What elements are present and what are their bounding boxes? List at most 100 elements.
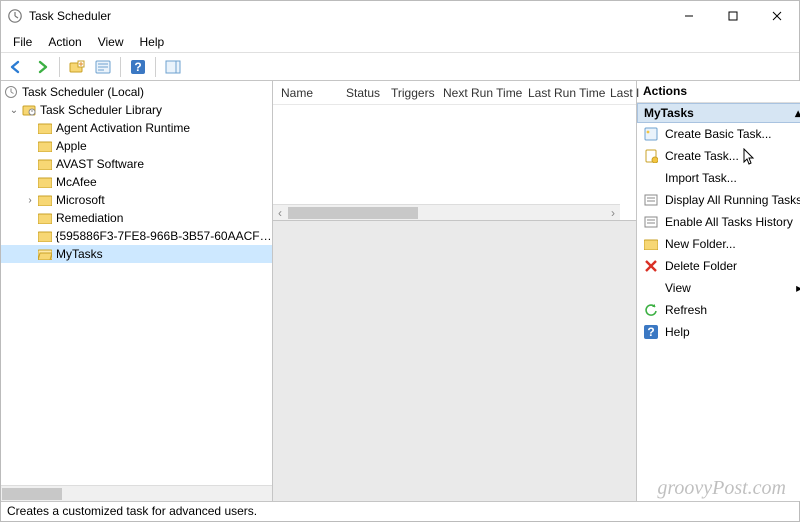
toolbar-properties-button[interactable]: [92, 56, 114, 78]
help-icon: ?: [643, 324, 659, 340]
tree-hscroll[interactable]: [1, 485, 272, 501]
close-button[interactable]: [755, 2, 799, 30]
action-label: Display All Running Tasks: [665, 193, 800, 207]
action-label: Refresh: [665, 303, 800, 317]
menu-help[interactable]: Help: [132, 33, 173, 51]
tree-item-label: MyTasks: [56, 247, 103, 261]
tree-item-microsoft[interactable]: › Microsoft: [1, 191, 272, 209]
tree-item-apple[interactable]: Apple: [1, 137, 272, 155]
folder-icon: [37, 192, 53, 208]
toolbar-panel-toggle-button[interactable]: [162, 56, 184, 78]
tree-item-mcafee[interactable]: McAfee: [1, 173, 272, 191]
history-icon: [643, 214, 659, 230]
tree-item-mytasks[interactable]: MyTasks: [1, 245, 272, 263]
tree-item-label: Apple: [56, 139, 87, 153]
action-label: Import Task...: [665, 171, 800, 185]
action-label: Create Task...: [665, 149, 800, 163]
folder-clock-icon: [21, 102, 37, 118]
tree-item-label: McAfee: [56, 175, 97, 189]
column-headers: Name Status Triggers Next Run Time Last …: [273, 81, 636, 105]
svg-text:?: ?: [134, 60, 141, 74]
toolbar: ?: [1, 53, 799, 81]
tree-item-label: Agent Activation Runtime: [56, 121, 190, 135]
action-new-folder[interactable]: New Folder...: [637, 233, 800, 255]
folder-icon: [37, 228, 52, 244]
action-create-task[interactable]: Create Task...: [637, 145, 800, 167]
tree-item-label: AVAST Software: [56, 157, 144, 171]
toolbar-help-button[interactable]: ?: [127, 56, 149, 78]
col-triggers[interactable]: Triggers: [383, 86, 435, 100]
clock-icon: [3, 84, 19, 100]
actions-section[interactable]: MyTasks ▴: [637, 103, 800, 123]
toolbar-new-folder-button[interactable]: [66, 56, 88, 78]
tree-root-label: Task Scheduler (Local): [22, 85, 144, 99]
action-create-basic-task[interactable]: Create Basic Task...: [637, 123, 800, 145]
col-status[interactable]: Status: [338, 86, 383, 100]
tree-view[interactable]: Task Scheduler (Local) ⌄ Task Scheduler …: [1, 81, 272, 485]
chevron-right-icon[interactable]: ›: [23, 195, 37, 206]
action-display-all-running[interactable]: Display All Running Tasks: [637, 189, 800, 211]
folder-icon: [37, 210, 53, 226]
tree-item-guid[interactable]: {595886F3-7FE8-966B-3B57-60AACF398: [1, 227, 272, 245]
chevron-down-icon[interactable]: ⌄: [7, 105, 21, 116]
status-text: Creates a customized task for advanced u…: [7, 504, 257, 518]
minimize-button[interactable]: [667, 2, 711, 30]
action-enable-history[interactable]: Enable All Tasks History: [637, 211, 800, 233]
tree-library-label: Task Scheduler Library: [40, 103, 162, 117]
action-label: New Folder...: [665, 237, 800, 251]
col-nextrun[interactable]: Next Run Time: [435, 86, 520, 100]
refresh-icon: [643, 302, 659, 318]
title-bar: Task Scheduler: [1, 1, 799, 31]
svg-text:?: ?: [647, 325, 654, 339]
tree-library[interactable]: ⌄ Task Scheduler Library: [1, 101, 272, 119]
app-icon: [7, 8, 23, 24]
action-label: Delete Folder: [665, 259, 800, 273]
menu-action[interactable]: Action: [40, 33, 89, 51]
maximize-button[interactable]: [711, 2, 755, 30]
action-delete-folder[interactable]: Delete Folder: [637, 255, 800, 277]
task-icon: [643, 148, 659, 164]
action-label: Create Basic Task...: [665, 127, 800, 141]
tree-item-label: {595886F3-7FE8-966B-3B57-60AACF398: [55, 229, 272, 243]
wizard-icon: [643, 126, 659, 142]
window-title: Task Scheduler: [29, 9, 667, 23]
submenu-arrow-icon: ▸: [796, 281, 800, 295]
menu-bar: File Action View Help: [1, 31, 799, 53]
actions-section-label: MyTasks: [644, 106, 694, 120]
body-area: Task Scheduler (Local) ⌄ Task Scheduler …: [1, 81, 799, 501]
action-label: View: [665, 281, 796, 295]
col-lastresult[interactable]: Last I: [602, 86, 636, 100]
delete-icon: [643, 258, 659, 274]
status-bar: Creates a customized task for advanced u…: [1, 501, 799, 521]
tree-root[interactable]: Task Scheduler (Local): [1, 83, 272, 101]
action-refresh[interactable]: Refresh: [637, 299, 800, 321]
toolbar-separator-3: [155, 57, 156, 77]
col-lastrun[interactable]: Last Run Time: [520, 86, 602, 100]
tree-item-label: Microsoft: [56, 193, 105, 207]
action-import-task[interactable]: Import Task...: [637, 167, 800, 189]
tree-item-remediation[interactable]: Remediation: [1, 209, 272, 227]
tree-item-agent[interactable]: Agent Activation Runtime: [1, 119, 272, 137]
menu-file[interactable]: File: [5, 33, 40, 51]
toolbar-separator: [59, 57, 60, 77]
folder-icon: [37, 174, 53, 190]
task-list[interactable]: Name Status Triggers Next Run Time Last …: [273, 81, 636, 221]
folder-open-icon: [37, 246, 53, 262]
collapse-icon: ▴: [795, 106, 800, 120]
tree-pane: Task Scheduler (Local) ⌄ Task Scheduler …: [1, 81, 273, 501]
tree-item-label: Remediation: [56, 211, 123, 225]
forward-button[interactable]: [31, 56, 53, 78]
folder-icon: [37, 156, 53, 172]
col-name[interactable]: Name: [273, 86, 338, 100]
action-help[interactable]: ? Help: [637, 321, 800, 343]
main-window: Task Scheduler File Action View Help ? T…: [0, 0, 800, 522]
folder-icon: [37, 120, 53, 136]
tree-item-avast[interactable]: AVAST Software: [1, 155, 272, 173]
back-button[interactable]: [5, 56, 27, 78]
menu-view[interactable]: View: [90, 33, 132, 51]
action-view[interactable]: View ▸: [637, 277, 800, 299]
new-folder-icon: [643, 236, 659, 252]
tasklist-hscroll[interactable]: ‹ ›: [273, 204, 620, 220]
blank-icon: [643, 170, 659, 186]
blank-icon: [643, 280, 659, 296]
